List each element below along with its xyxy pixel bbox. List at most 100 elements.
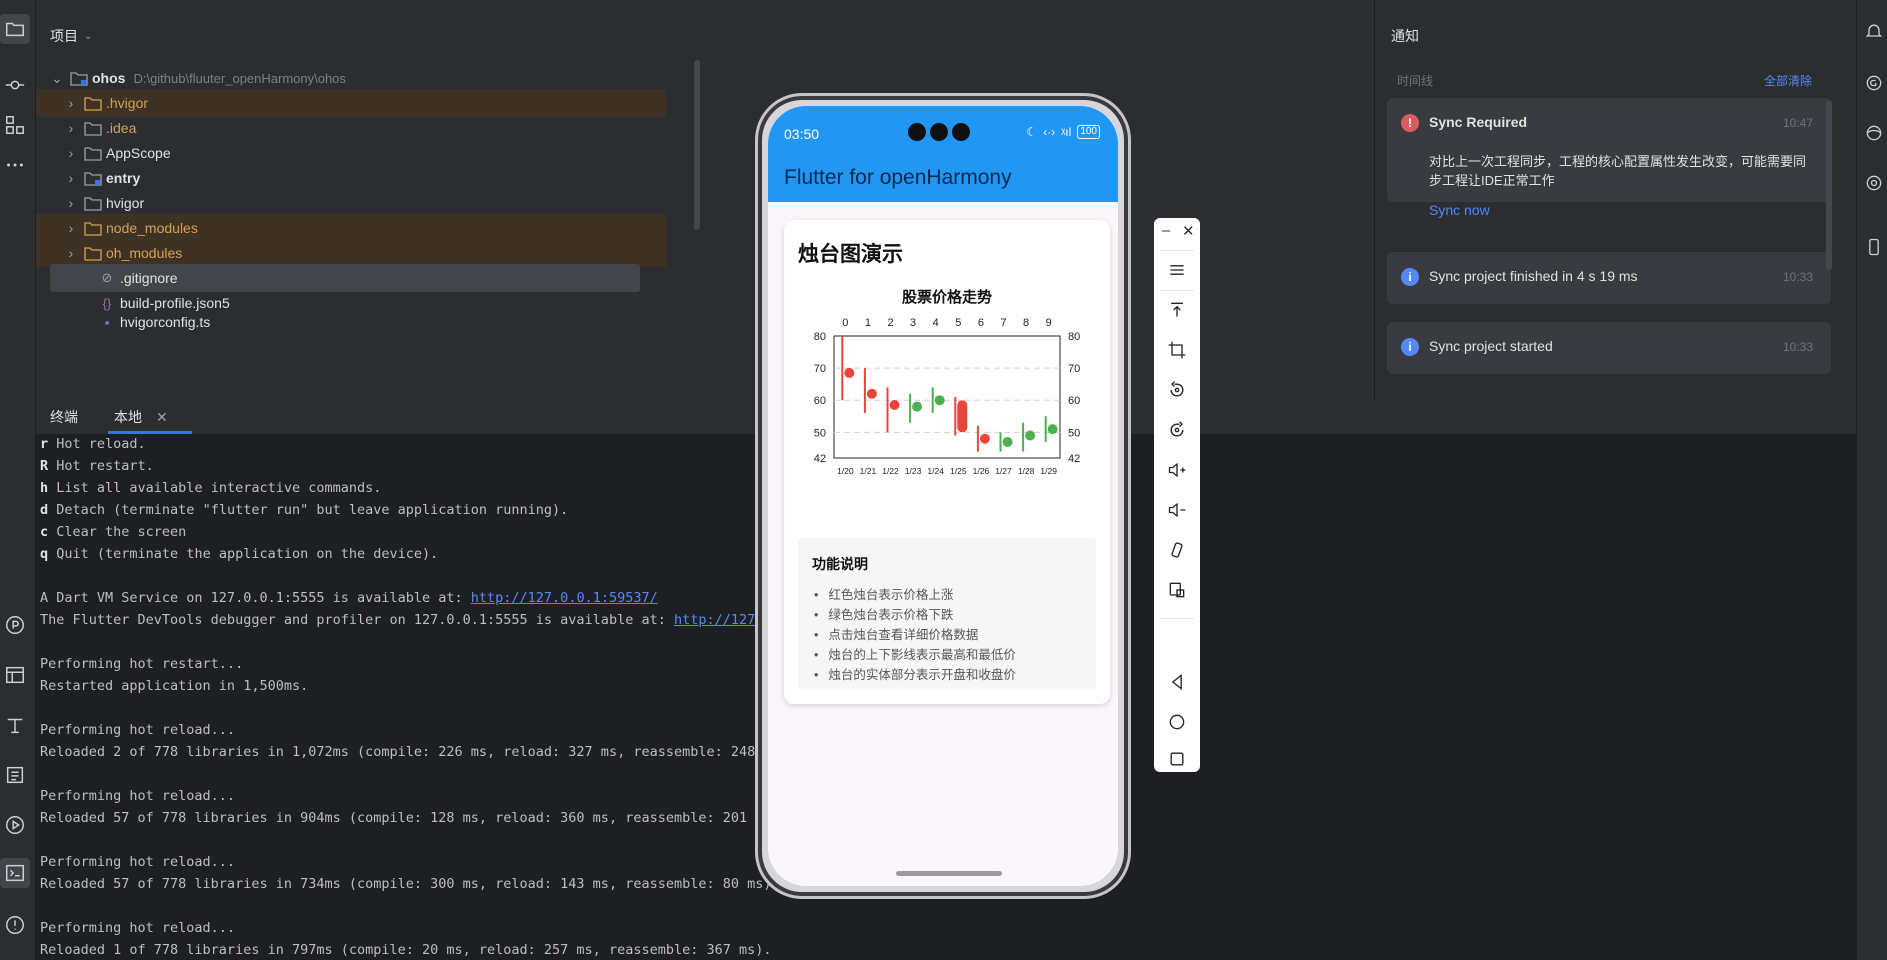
signal-icon: ᵡıl	[1061, 125, 1072, 139]
volume-down-icon[interactable]	[1154, 494, 1200, 526]
home-icon[interactable]	[1154, 706, 1200, 738]
divider	[1160, 250, 1194, 251]
moon-icon: ☾	[1026, 125, 1038, 139]
terminal-icon[interactable]	[0, 858, 30, 888]
log-icon[interactable]	[0, 760, 30, 790]
notification-time: 10:33	[1782, 270, 1813, 284]
commit-icon[interactable]	[0, 70, 30, 100]
recents-icon[interactable]	[1154, 746, 1200, 772]
terminal-text: A Dart VM Service on 127.0.0.1:5555 is a…	[40, 590, 471, 606]
card-title: 烛台图演示	[798, 243, 903, 266]
tree-item-idea[interactable]: › .idea	[36, 114, 666, 142]
candle-body[interactable]	[866, 388, 877, 399]
previewer-icon[interactable]	[1861, 120, 1887, 146]
chevron-right-icon[interactable]: ›	[64, 245, 78, 261]
notification-title: Sync project finished in 4 s 19 ms	[1429, 268, 1638, 284]
close-icon[interactable]: ✕	[156, 409, 168, 426]
gradle-icon[interactable]	[1861, 170, 1887, 196]
profiler-icon[interactable]	[0, 610, 30, 640]
back-icon[interactable]	[1154, 666, 1200, 698]
camera-icon	[930, 123, 948, 141]
sync-now-link[interactable]: Sync now	[1429, 202, 1490, 218]
menu-icon[interactable]	[1154, 254, 1200, 286]
x-tick-label: 1/29	[1040, 466, 1057, 476]
home-indicator[interactable]	[896, 871, 1002, 876]
device-manager-icon[interactable]	[1861, 234, 1887, 260]
candle-body[interactable]	[1047, 424, 1058, 435]
candle-body[interactable]	[912, 401, 923, 412]
tree-item-entry[interactable]: › entry	[36, 164, 666, 192]
info-icon: i	[1401, 338, 1419, 356]
pin-top-icon[interactable]	[1154, 294, 1200, 326]
screenshot-icon[interactable]	[1154, 574, 1200, 606]
chevron-right-icon[interactable]: ›	[64, 120, 78, 136]
y-tick-label-left: 50	[814, 427, 826, 439]
crop-icon[interactable]	[1154, 334, 1200, 366]
terminal-text: Quit (terminate the application on the d…	[48, 546, 439, 562]
rotate-left-icon[interactable]	[1154, 374, 1200, 406]
candle-body[interactable]	[889, 400, 900, 411]
project-folder-icon[interactable]	[0, 14, 30, 44]
codegenie-icon[interactable]	[1861, 70, 1887, 96]
volume-up-icon[interactable]	[1154, 454, 1200, 486]
tree-item-build-profile[interactable]: {} build-profile.json5	[36, 289, 666, 317]
project-panel-header[interactable]: 项目 ⌄	[50, 26, 92, 46]
more-icon[interactable]	[0, 150, 30, 180]
tree-item-oh-modules[interactable]: › oh_modules	[36, 239, 666, 267]
tree-item-hvigorconfig[interactable]: ▪ hvigorconfig.ts	[36, 314, 666, 330]
terminal-link[interactable]: http://127.0	[674, 612, 772, 628]
terminal-text: Reloaded 1 of 778 libraries in 797ms (co…	[40, 942, 772, 958]
tree-item-gitignore[interactable]: ⊘ .gitignore	[50, 264, 640, 292]
chevron-right-icon[interactable]: ›	[64, 195, 78, 211]
folder-icon	[84, 147, 102, 161]
shake-icon[interactable]	[1154, 534, 1200, 566]
candlestick-chart[interactable]: 80 80 70 70 60 60 50 50 42 42 0 1 2 3 4 5 6 7 8 9 1/20 1/21 1/…	[784, 310, 1110, 490]
candle-body[interactable]	[934, 395, 945, 406]
status-icons: ☾ ‹·› ᵡıl 100	[1026, 125, 1100, 139]
top-tick-label: 0	[842, 317, 848, 329]
rotate-right-icon[interactable]	[1154, 414, 1200, 446]
terminal-line: d Detach (terminate "flutter run" but le…	[40, 502, 568, 524]
tree-item-ohos[interactable]: ⌄ ohos D:\github\fluuter_openHarmony\oho…	[36, 64, 666, 92]
candle-body[interactable]	[979, 433, 990, 444]
notification-scrollbar[interactable]	[1826, 100, 1832, 270]
tab-local[interactable]: 本地 ✕	[108, 400, 192, 434]
run-icon[interactable]	[0, 810, 30, 840]
notification-sync-required: ! Sync Required 10:47 对比上一次工程同步，工程的核心配置属…	[1387, 98, 1831, 218]
chevron-right-icon[interactable]: ›	[64, 95, 78, 111]
tree-item-node-modules[interactable]: › node_modules	[36, 214, 666, 242]
chevron-right-icon[interactable]: ›	[64, 170, 78, 186]
terminal-link[interactable]: http://127.0.0.1:59537/	[471, 590, 658, 606]
y-tick-label-right: 50	[1068, 427, 1080, 439]
chevron-down-icon[interactable]: ⌄	[50, 70, 64, 86]
project-scrollbar[interactable]	[694, 60, 700, 230]
chevron-right-icon[interactable]: ›	[64, 220, 78, 236]
chevron-right-icon[interactable]: ›	[64, 145, 78, 161]
structure-icon[interactable]	[0, 110, 30, 140]
tree-item-path: D:\github\fluuter_openHarmony\ohos	[133, 70, 346, 86]
tab-terminal[interactable]: 终端	[50, 400, 78, 434]
top-tick-label: 6	[978, 317, 984, 329]
candle-body[interactable]	[957, 400, 968, 433]
tree-item-appscope[interactable]: › AppScope	[36, 139, 666, 167]
phone-screen[interactable]: 03:50 ☾ ‹·› ᵡıl 100 Flutter for openHarm…	[768, 106, 1118, 886]
tree-item-hvigor-hidden[interactable]: › .hvigor	[36, 89, 666, 117]
terminal-text: Detach (terminate "flutter run" but leav…	[48, 502, 569, 518]
build-icon[interactable]	[0, 710, 30, 740]
terminal-text: Hot reload.	[48, 436, 146, 452]
tree-item-hvigor[interactable]: › hvigor	[36, 189, 666, 217]
candle-body[interactable]	[844, 367, 855, 378]
notification-sync-started: i Sync project started 10:33	[1387, 322, 1831, 374]
clear-all-link[interactable]: 全部清除	[1764, 72, 1812, 89]
problems-icon[interactable]	[0, 910, 30, 940]
battery-icon: 100	[1077, 125, 1100, 139]
notification-bell-icon[interactable]	[1861, 18, 1887, 44]
layout-icon[interactable]	[0, 660, 30, 690]
close-icon[interactable]: ✕	[1182, 222, 1195, 240]
y-tick-label-right: 60	[1068, 395, 1080, 407]
candle-body[interactable]	[1025, 430, 1036, 441]
terminal-line: Reloaded 57 of 778 libraries in 904ms (c…	[40, 810, 772, 832]
minimize-icon[interactable]: –	[1162, 222, 1170, 239]
candle-body[interactable]	[1002, 436, 1013, 447]
terminal-text: Performing hot reload...	[40, 854, 236, 870]
